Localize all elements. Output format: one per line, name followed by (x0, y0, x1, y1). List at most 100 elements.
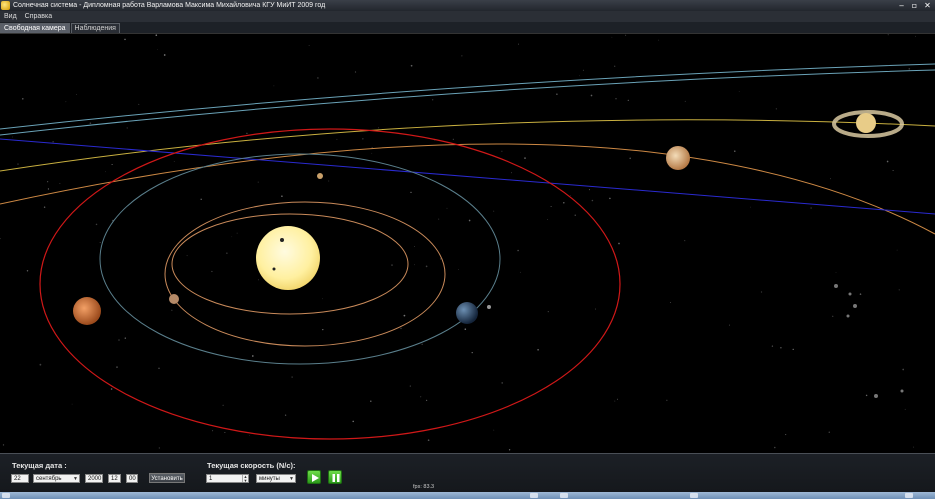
planet-earth[interactable] (456, 302, 478, 324)
month-value: сентябрь (36, 476, 62, 482)
star (200, 198, 202, 201)
star (421, 343, 423, 345)
star (590, 94, 593, 97)
menu-item-view[interactable]: Вид (0, 11, 21, 22)
sun[interactable] (256, 226, 320, 290)
star (471, 351, 473, 354)
hour-field[interactable]: 12 (108, 474, 121, 483)
star (124, 337, 126, 339)
star (352, 420, 354, 423)
star (898, 289, 900, 291)
star (212, 430, 214, 432)
scene-viewport[interactable] (0, 33, 935, 453)
menu-item-help[interactable]: Справка (21, 11, 56, 22)
minimize-icon[interactable]: ‒ (896, 1, 907, 10)
star (775, 108, 777, 110)
orbit-mars (39, 128, 621, 440)
star (570, 195, 571, 196)
star (328, 180, 330, 182)
play-button[interactable] (307, 470, 321, 484)
chevron-down-icon: ▼ (73, 476, 78, 482)
star (615, 97, 617, 100)
star (614, 400, 616, 402)
star (669, 302, 671, 303)
tab-free-camera[interactable]: Свободная камера (0, 23, 70, 33)
window-controls: ‒ ▫ ✕ (896, 1, 933, 10)
star (391, 264, 393, 266)
star (452, 138, 454, 140)
start-icon[interactable] (2, 493, 10, 498)
day-field[interactable]: 22 (11, 474, 29, 483)
star (785, 434, 787, 436)
star (322, 328, 324, 331)
star (403, 314, 406, 317)
star (47, 181, 49, 183)
planet-venus[interactable] (169, 294, 179, 304)
star (904, 408, 906, 410)
title-bar: Солнечная система - Дипломная работа Вар… (0, 0, 935, 11)
star (138, 103, 140, 105)
maximize-icon[interactable]: ▫ (909, 1, 920, 10)
star (116, 366, 118, 368)
spin-arrows-icon[interactable]: ▲ ▼ (242, 475, 248, 482)
year-field[interactable]: 2000 (85, 474, 103, 483)
set-date-button[interactable]: Установить (149, 473, 185, 483)
star (616, 398, 618, 400)
star (684, 240, 686, 242)
planet-mercury[interactable] (317, 173, 323, 179)
minute-field[interactable]: 00 (126, 474, 138, 483)
star (887, 34, 889, 36)
star (609, 197, 611, 200)
speed-stepper[interactable]: 1 ▲ ▼ (206, 474, 249, 483)
taskbar-app-icon[interactable] (560, 493, 568, 498)
star (618, 242, 620, 245)
star (518, 43, 519, 45)
os-taskbar (0, 492, 935, 499)
planet-saturn[interactable] (856, 113, 876, 133)
star (550, 206, 552, 207)
month-select[interactable]: сентябрь ▼ (33, 474, 80, 483)
star (738, 91, 740, 92)
star (76, 94, 77, 95)
star (774, 446, 776, 449)
star (461, 55, 463, 57)
star (370, 400, 372, 402)
star (908, 68, 911, 70)
orbit-uranus-1 (0, 63, 935, 130)
tray-icon[interactable] (905, 493, 913, 498)
star (728, 324, 730, 326)
tab-observations[interactable]: Наблюдения (70, 23, 120, 33)
star (273, 85, 275, 87)
speed-unit-select[interactable]: минуты ▼ (256, 474, 296, 483)
taskbar-app-icon[interactable] (690, 493, 698, 498)
star (0, 238, 1, 240)
planet-mars[interactable] (73, 297, 101, 325)
star (519, 271, 521, 273)
menu-bar: Вид Справка (0, 11, 935, 22)
solar-system-scene (0, 34, 935, 451)
star (458, 269, 459, 270)
star (915, 35, 916, 37)
star (2, 444, 5, 446)
star (354, 71, 357, 73)
star (410, 191, 412, 194)
star (284, 414, 287, 416)
taskbar-app-icon[interactable] (530, 493, 538, 498)
star (501, 150, 503, 152)
star (537, 348, 539, 351)
star (627, 99, 629, 102)
app-icon (1, 1, 10, 10)
star (126, 127, 128, 129)
star (409, 385, 411, 387)
planet-jupiter[interactable] (666, 146, 690, 170)
star (625, 34, 627, 36)
moon[interactable] (487, 305, 491, 309)
close-icon[interactable]: ✕ (922, 1, 933, 10)
date-label: Текущая дата : (12, 461, 67, 470)
pause-button[interactable] (328, 470, 342, 484)
star (236, 232, 238, 234)
star (771, 345, 774, 347)
play-icon (312, 474, 319, 482)
star (258, 279, 259, 281)
star (902, 368, 905, 371)
